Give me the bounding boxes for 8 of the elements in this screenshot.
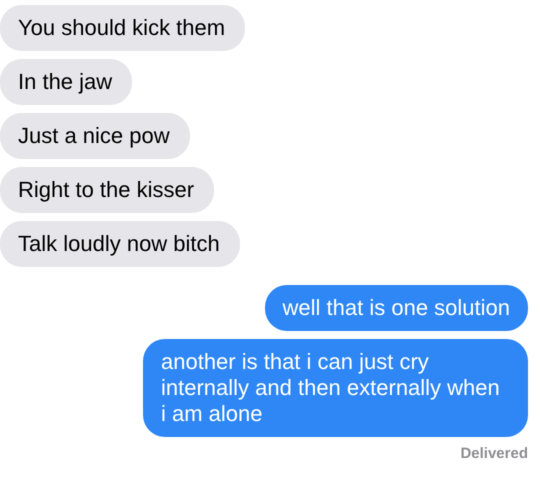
received-message-bubble: Right to the kisser [0, 167, 214, 213]
received-message-bubble: You should kick them [0, 5, 246, 51]
received-message-bubble: Talk loudly now bitch [0, 221, 240, 267]
sent-message-bubble: well that is one solution [264, 285, 528, 331]
received-message-bubble: Just a nice pow [0, 113, 190, 159]
received-message-bubble: In the jaw [0, 59, 132, 105]
delivered-status: Delivered [460, 444, 528, 464]
sent-message-bubble: another is that i can just cry internally and then externally when i am alone [143, 339, 528, 437]
